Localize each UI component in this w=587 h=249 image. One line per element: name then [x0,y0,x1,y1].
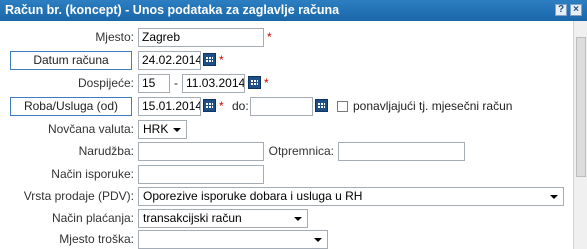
valuta-selected-value: HRK [143,122,169,136]
chevron-down-icon [550,195,558,199]
calendar-icon[interactable] [315,99,328,112]
vertical-scrollbar[interactable] [573,21,587,249]
mjesto-input[interactable]: Zagreb [138,28,264,47]
form-area: Mjesto: Zagreb * Datum računa 24.02.2014… [0,21,573,249]
calendar-icon[interactable] [203,99,216,112]
roba-usluga-label[interactable]: Roba/Usluga (od) [10,97,132,116]
dospijece-date-input[interactable]: 11.03.2014 [182,74,245,93]
required-marker: * [219,99,224,113]
mjesto-label: Mjesto: [95,30,134,44]
dospijece-days-input[interactable]: 15 [138,74,170,93]
datum-racuna-label[interactable]: Datum računa [10,51,132,70]
nacin-isporuke-label: Način isporuke: [51,167,134,181]
otpremnica-label: Otpremnica: [268,144,334,158]
recurring-checkbox-label: ponavljajući tj. mjesečni račun [353,99,513,113]
required-marker: * [219,53,224,67]
narudzba-input[interactable] [138,142,264,161]
datum-racuna-input[interactable]: 24.02.2014 [138,51,201,70]
valuta-label: Novčana valuta: [47,122,134,136]
chevron-down-icon [294,217,302,221]
mjesto-troska-label: Mjesto troška: [59,232,134,246]
scrollbar-thumb[interactable] [576,37,586,177]
close-button[interactable]: × [570,4,582,16]
roba-usluga-from-input[interactable]: 15.01.2014 [138,97,201,116]
roba-usluga-to-input[interactable] [250,97,313,116]
dospijece-separator: - [174,76,178,90]
narudzba-label: Narudžba: [78,144,134,158]
nacin-placanja-select[interactable]: transakcijski račun [138,209,308,228]
window-title-bar: Račun br. (koncept) - Unos podataka za z… [0,0,587,21]
nacin-isporuke-input[interactable] [138,165,264,184]
calendar-icon[interactable] [203,53,216,66]
recurring-checkbox[interactable] [337,101,348,112]
dospijece-label: Dospijeće: [77,76,134,90]
window-title: Račun br. (koncept) - Unos podataka za z… [5,3,340,17]
vrsta-prodaje-select[interactable]: Oporezive isporuke dobara i usluga u RH [138,187,564,206]
calendar-icon[interactable] [248,76,261,89]
otpremnica-input[interactable] [338,142,465,161]
roba-usluga-to-label: do: [232,99,249,113]
required-marker: * [264,76,269,90]
vrsta-prodaje-selected-value: Oporezive isporuke dobara i usluga u RH [143,189,363,203]
nacin-placanja-label: Način plaćanja: [51,211,134,225]
mjesto-troska-select[interactable] [138,230,328,249]
chevron-down-icon [314,238,322,242]
chevron-down-icon [173,128,181,132]
vrsta-prodaje-label: Vrsta prodaje (PDV): [23,189,134,203]
required-marker: * [267,30,272,44]
help-button[interactable]: ? [555,4,567,16]
valuta-select[interactable]: HRK [138,120,187,139]
nacin-placanja-selected-value: transakcijski račun [143,211,242,225]
